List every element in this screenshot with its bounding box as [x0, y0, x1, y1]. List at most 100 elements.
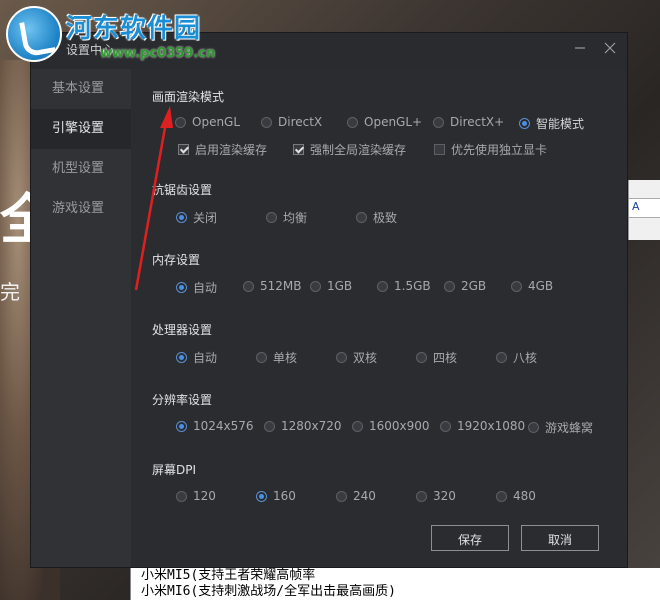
- radio-indicator: [433, 116, 444, 128]
- option-label: 自动: [193, 281, 218, 295]
- radio-indicator: [176, 282, 187, 293]
- option-label: 双核: [353, 351, 378, 365]
- cancel-button[interactable]: 取消: [521, 525, 599, 551]
- radio-memory-1gb[interactable]: 1GB: [310, 279, 352, 293]
- section-title-resolution: 分辨率设置: [152, 393, 213, 407]
- option-label: 4GB: [528, 279, 554, 293]
- radio-antialias-extreme[interactable]: 极致: [356, 209, 397, 226]
- radio-render-opengl-plus[interactable]: OpenGL+: [347, 115, 422, 129]
- option-label: 1280x720: [281, 419, 342, 433]
- radio-memory-1-5gb[interactable]: 1.5GB: [377, 279, 431, 293]
- radio-indicator: [176, 420, 187, 432]
- list-item[interactable]: 小米MI5(支持王者荣耀高帧率: [131, 568, 660, 584]
- minimize-icon[interactable]: [573, 41, 587, 55]
- radio-indicator: [347, 116, 358, 128]
- background-device-list: 小米MI5(支持王者荣耀高帧率 小米MI6(支持刺激战场/全军出击最高画质): [130, 568, 660, 600]
- radio-antialias-off[interactable]: 关闭: [176, 209, 217, 226]
- option-label: DirectX+: [450, 115, 505, 129]
- radio-indicator: [176, 490, 187, 502]
- sidebar-item-engine[interactable]: 引擎设置: [31, 109, 131, 149]
- radio-dpi-320[interactable]: 320: [416, 489, 456, 503]
- radio-render-opengl[interactable]: OpenGL: [175, 115, 240, 129]
- watermark-url: www.pc0359.cn: [100, 46, 216, 61]
- radio-render-directx[interactable]: DirectX: [261, 115, 322, 129]
- option-label: 单核: [273, 351, 298, 365]
- radio-indicator: [336, 352, 347, 363]
- radio-dpi-160[interactable]: 160: [256, 489, 296, 503]
- radio-dpi-120[interactable]: 120: [176, 489, 216, 503]
- option-label: 120: [193, 489, 216, 503]
- radio-resolution-1024x576[interactable]: 1024x576: [176, 419, 254, 433]
- radio-indicator: [261, 116, 272, 128]
- settings-dialog: 设置中心 基本设置 引擎设置 机型设置 游戏设置 画面渲染模式 OpenGL D…: [30, 32, 628, 568]
- section-title-memory: 内存设置: [152, 253, 201, 267]
- option-label: 关闭: [193, 211, 218, 225]
- radio-memory-512mb[interactable]: 512MB: [243, 279, 302, 293]
- list-item[interactable]: 小米MI6(支持刺激战场/全军出击最高画质): [131, 584, 660, 600]
- radio-indicator: [264, 420, 275, 432]
- radio-antialias-balanced[interactable]: 均衡: [266, 209, 307, 226]
- radio-cpu-quad-core[interactable]: 四核: [416, 349, 457, 366]
- radio-indicator: [175, 116, 186, 128]
- radio-resolution-game-hive[interactable]: 游戏蜂窝: [528, 419, 593, 436]
- radio-indicator: [440, 420, 451, 432]
- checkbox-prefer-dedicated-gpu[interactable]: 优先使用独立显卡: [434, 141, 547, 158]
- option-label: 四核: [433, 351, 458, 365]
- engine-settings-panel: 画面渲染模式 OpenGL DirectX OpenGL+ DirectX+ 智…: [131, 69, 627, 567]
- option-label: 1.5GB: [394, 279, 431, 293]
- option-label: OpenGL: [192, 115, 241, 129]
- option-label: DirectX: [278, 115, 323, 129]
- sidebar-item-game[interactable]: 游戏设置: [31, 189, 131, 229]
- checkbox-enable-render-cache[interactable]: 启用渲染缓存: [178, 141, 267, 158]
- option-label: OpenGL+: [364, 115, 423, 129]
- checkbox-indicator: [293, 144, 304, 155]
- radio-cpu-octa-core[interactable]: 八核: [496, 349, 537, 366]
- option-label: 160: [273, 489, 296, 503]
- option-label: 优先使用独立显卡: [451, 143, 548, 157]
- radio-indicator: [176, 352, 187, 363]
- background-small-text: 完美: [0, 280, 20, 304]
- radio-resolution-1600x900[interactable]: 1600x900: [352, 419, 430, 433]
- section-title-render-mode: 画面渲染模式: [152, 90, 225, 104]
- option-label: 1600x900: [369, 419, 430, 433]
- sidebar-item-device-model[interactable]: 机型设置: [31, 149, 131, 189]
- background-window-fragment: A: [628, 180, 660, 240]
- radio-memory-2gb[interactable]: 2GB: [444, 279, 486, 293]
- radio-resolution-1920x1080[interactable]: 1920x1080: [440, 419, 525, 433]
- radio-indicator: [496, 352, 507, 363]
- option-label: 320: [433, 489, 456, 503]
- radio-render-directx-plus[interactable]: DirectX+: [433, 115, 504, 129]
- radio-dpi-240[interactable]: 240: [336, 489, 376, 503]
- radio-indicator: [256, 490, 267, 502]
- section-title-antialias: 抗锯齿设置: [152, 183, 213, 197]
- option-label: 240: [353, 489, 376, 503]
- sidebar-item-basic[interactable]: 基本设置: [31, 69, 131, 109]
- option-label: 均衡: [283, 211, 308, 225]
- radio-indicator: [496, 490, 507, 502]
- radio-memory-auto[interactable]: 自动: [176, 279, 217, 296]
- radio-dpi-480[interactable]: 480: [496, 489, 536, 503]
- radio-memory-4gb[interactable]: 4GB: [511, 279, 553, 293]
- checkbox-force-global-render-cache[interactable]: 强制全局渲染缓存: [293, 141, 406, 158]
- radio-indicator: [416, 490, 427, 502]
- close-icon[interactable]: [603, 41, 617, 55]
- option-label: 480: [513, 489, 536, 503]
- radio-cpu-auto[interactable]: 自动: [176, 349, 217, 366]
- option-label: 1920x1080: [457, 419, 526, 433]
- radio-indicator: [356, 212, 367, 223]
- option-label: 自动: [193, 351, 218, 365]
- checkbox-indicator: [434, 144, 445, 155]
- radio-indicator: [176, 212, 187, 223]
- radio-resolution-1280x720[interactable]: 1280x720: [264, 419, 342, 433]
- radio-render-smart[interactable]: 智能模式: [519, 115, 584, 132]
- save-button[interactable]: 保存: [431, 525, 509, 551]
- radio-cpu-single-core[interactable]: 单核: [256, 349, 297, 366]
- radio-indicator: [310, 280, 321, 292]
- radio-indicator: [416, 352, 427, 363]
- option-label: 启用渲染缓存: [195, 143, 268, 157]
- radio-cpu-dual-core[interactable]: 双核: [336, 349, 377, 366]
- option-label: 1GB: [327, 279, 353, 293]
- radio-indicator: [528, 422, 539, 433]
- option-label: 1024x576: [193, 419, 254, 433]
- radio-indicator: [243, 280, 254, 292]
